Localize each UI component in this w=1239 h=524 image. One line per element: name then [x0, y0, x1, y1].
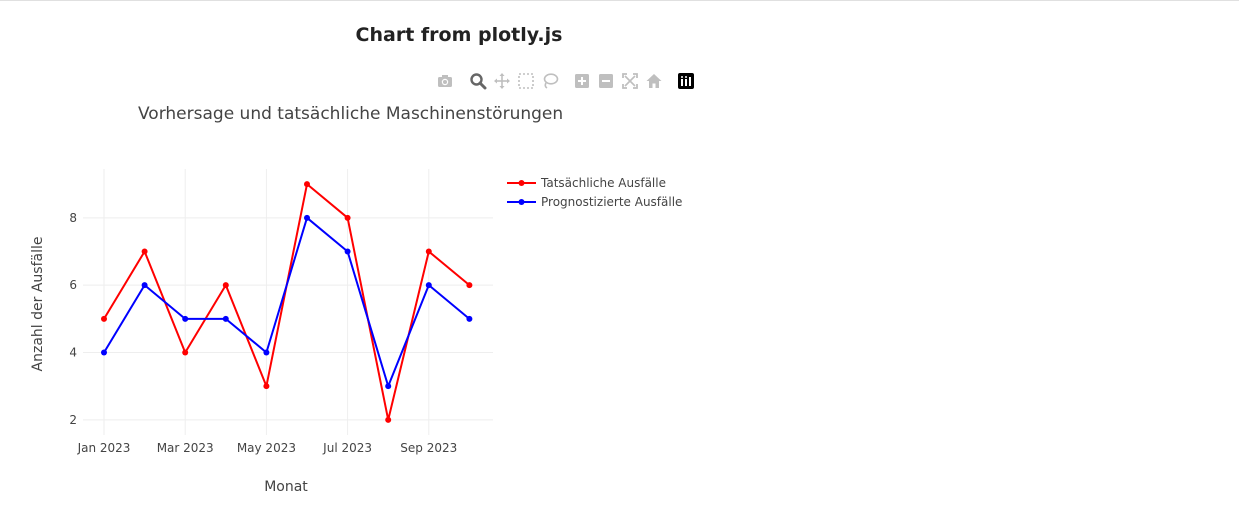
- data-point[interactable]: [101, 315, 107, 322]
- x-tick-labels: Jan 2023 Mar 2023 May 2023 Jul 2023 Sep 2023: [77, 441, 458, 455]
- x-tick-label: Jul 2023: [322, 441, 372, 455]
- legend[interactable]: Tatsächliche Ausfälle Prognostizierte Aus…: [507, 176, 682, 209]
- legend-label: Tatsächliche Ausfälle: [540, 176, 666, 190]
- data-point[interactable]: [141, 282, 148, 289]
- data-point[interactable]: [222, 315, 229, 322]
- legend-marker: [518, 199, 525, 205]
- series-line: [103, 183, 471, 421]
- data-point[interactable]: [182, 349, 189, 356]
- y-tick-label: 2: [69, 413, 77, 427]
- y-tick-label: 4: [69, 346, 77, 360]
- data-point[interactable]: [344, 214, 351, 221]
- y-tick-label: 6: [69, 278, 77, 292]
- data-point[interactable]: [385, 416, 392, 423]
- data-point[interactable]: [222, 282, 229, 289]
- chart-title: Vorhersage und tatsächliche Maschinenstö…: [138, 104, 563, 124]
- data-point[interactable]: [344, 248, 351, 255]
- chart-canvas: Vorhersage und tatsächliche Maschinenstö…: [30, 104, 682, 495]
- legend-label: Prognostizierte Ausfälle: [541, 195, 682, 209]
- data-point[interactable]: [141, 248, 148, 255]
- x-tick-label: Sep 2023: [400, 441, 457, 455]
- data-point[interactable]: [466, 315, 473, 322]
- data-point[interactable]: [101, 349, 107, 356]
- data-point[interactable]: [425, 248, 432, 255]
- y-tick-label: 8: [69, 211, 77, 225]
- series-line: [103, 216, 471, 388]
- data-point[interactable]: [263, 383, 270, 390]
- y-axis-title: Anzahl der Ausfälle: [30, 237, 46, 372]
- legend-item[interactable]: Tatsächliche Ausfälle: [507, 176, 666, 190]
- x-tick-label: Mar 2023: [157, 441, 214, 455]
- data-point[interactable]: [304, 214, 310, 221]
- legend-marker: [518, 180, 525, 186]
- data-point[interactable]: [425, 282, 432, 289]
- legend-item[interactable]: Prognostizierte Ausfälle: [507, 195, 682, 209]
- data-point[interactable]: [182, 315, 189, 322]
- data-point[interactable]: [304, 181, 310, 188]
- data-point[interactable]: [385, 383, 392, 390]
- data-point[interactable]: [263, 349, 270, 356]
- x-tick-label: Jan 2023: [77, 441, 131, 455]
- grid-layer: [83, 169, 493, 435]
- y-tick-labels: 2 4 6 8: [69, 211, 77, 427]
- data-point[interactable]: [466, 282, 473, 289]
- x-tick-label: May 2023: [237, 441, 296, 455]
- x-axis-title: Monat: [264, 479, 308, 495]
